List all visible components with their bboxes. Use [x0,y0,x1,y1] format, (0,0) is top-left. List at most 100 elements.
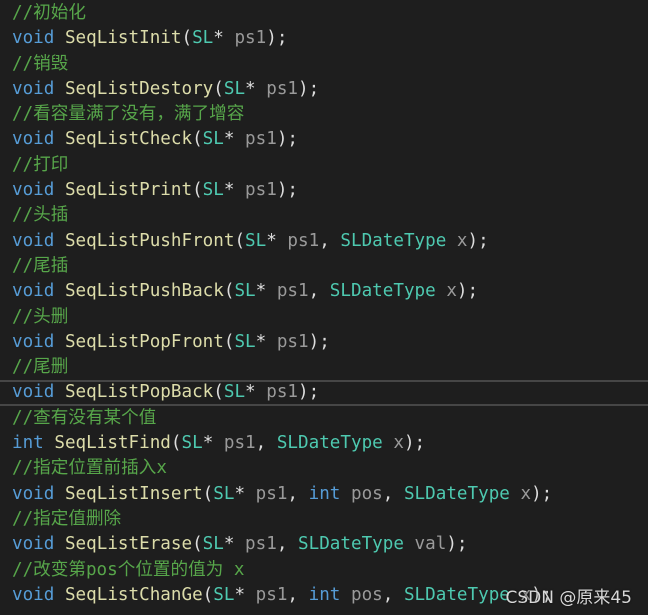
code-token-keyword: void [12,382,55,403]
code-token-punct: * [223,180,246,201]
code-token-punct: , [276,534,299,555]
code-token-param: x [393,433,404,454]
code-editor[interactable]: //初始化 void SeqListInit(SL* ps1);//销毁 void … [0,1,648,615]
code-line[interactable]: void SeqListCheck(SL* ps1); [0,127,648,152]
code-token-punct: * [234,483,256,504]
code-token-punct: , [308,281,330,302]
code-token-type: SLDateType [298,534,404,555]
code-token-punct: ); [266,28,288,49]
code-token-func: SeqListFind [54,433,171,454]
code-token-type: SL [245,230,267,251]
code-token-func: SeqListPushBack [64,281,224,302]
code-comment-line[interactable]: //看容量满了没有，满了增容 [0,102,648,127]
code-comment-line[interactable]: //查有没有某个值 [0,406,648,431]
code-token-punct: ( [192,180,203,201]
code-comment-line[interactable]: //指定值删除 [0,507,648,532]
code-line[interactable]: void SeqListPopFront(SL* ps1); [0,330,648,355]
code-token-punct: , [287,584,309,605]
code-line[interactable]: void SeqListPushBack(SL* ps1, SLDateType… [0,279,648,304]
code-token-param: pos [350,584,383,605]
code-token-keyword: void [12,129,55,150]
code-token-punct: * [245,382,267,403]
code-line[interactable]: int SeqListFind(SL* ps1, SLDateType x); [0,431,648,456]
code-token-keyword: int [12,433,44,454]
code-token-punct: ( [192,129,203,150]
code-token-punct: * [255,281,277,302]
code-token-func: SeqListPopFront [64,331,224,352]
code-comment-line[interactable]: //尾插 [0,254,648,279]
code-line[interactable]: void SeqListPopBack(SL* ps1); [0,380,648,406]
code-token-type: SL [202,129,224,150]
code-token-func: SeqListChanGe [64,584,203,605]
code-token-param: ps1 [276,331,309,352]
code-token-param: ps1 [287,230,320,251]
code-token-keyword: void [12,281,55,302]
code-token-punct: ( [192,534,203,555]
code-token-punct: ); [403,433,426,454]
code-token-type: SL [213,584,235,605]
code-token-type: SL [181,433,203,454]
code-comment-line[interactable]: //指定位置前插入x [0,456,648,481]
code-token-keyword: void [12,28,55,49]
code-comment-line[interactable]: //头删 [0,305,648,330]
code-token-punct: * [202,433,224,454]
code-token-punct: * [223,129,246,150]
code-token-punct: * [213,28,235,49]
code-token-param: ps1 [255,584,288,605]
code-token-type: SL [192,28,214,49]
code-token-func: SeqListDestory [64,78,214,99]
code-token-param: ps1 [245,129,277,150]
code-token-comment: //销毁 [12,53,69,74]
code-token-keyword: void [12,230,55,251]
code-token-keyword: void [12,331,55,352]
code-comment-line[interactable]: //销毁 [0,52,648,77]
code-token-punct: ( [223,331,235,352]
code-token-punct: , [287,483,309,504]
code-token-punct: ( [202,584,214,605]
code-token-func: SeqListInit [64,28,182,49]
code-token-punct: ); [298,78,320,99]
code-token-punct: ( [213,78,224,99]
code-token-punct: , [382,483,404,504]
code-comment-line[interactable]: //打印 [0,153,648,178]
code-line[interactable]: void SeqListDestory(SL* ps1); [0,77,648,102]
code-token-punct: ( [234,230,246,251]
code-token-comment: //指定位置前插入x [12,458,167,479]
code-token-func: SeqListPrint [64,180,193,201]
code-token-type: SLDateType [340,230,447,251]
code-line[interactable]: void SeqListPrint(SL* ps1); [0,178,648,203]
code-token-type: SL [223,78,246,99]
code-token-keyword: int [308,584,341,605]
code-line[interactable]: void SeqListInit(SL* ps1); [0,26,648,51]
code-token-punct: ); [446,534,468,555]
code-comment-line[interactable]: //初始化 [0,1,648,26]
code-token-punct: ( [223,281,235,302]
code-token-punct: ( [213,382,224,403]
code-token-param: ps1 [266,382,299,403]
code-comment-line[interactable]: //尾删 [0,355,648,380]
code-token-type: SLDateType [329,281,436,302]
code-token-param: ps1 [223,433,256,454]
code-token-punct: * [245,78,267,99]
code-token-comment: //尾删 [12,357,69,378]
code-token-func: SeqListPopBack [64,382,214,403]
code-token-keyword: void [12,584,55,605]
code-line[interactable]: void SeqListInsert(SL* ps1, int pos, SLD… [0,482,648,507]
code-token-param: ps1 [245,180,277,201]
csdn-watermark: CSDN @原来45 [505,588,632,608]
code-token-punct: ); [298,382,320,403]
code-line[interactable]: void SeqListErase(SL* ps1, SLDateType va… [0,532,648,557]
code-token-punct: ( [181,28,193,49]
code-line[interactable]: void SeqListPushFront(SL* ps1, SLDateTyp… [0,229,648,254]
code-comment-line[interactable]: //改变第pos个位置的值为 x [0,558,648,583]
code-comment-line[interactable]: //头插 [0,203,648,228]
code-token-punct: * [223,534,246,555]
